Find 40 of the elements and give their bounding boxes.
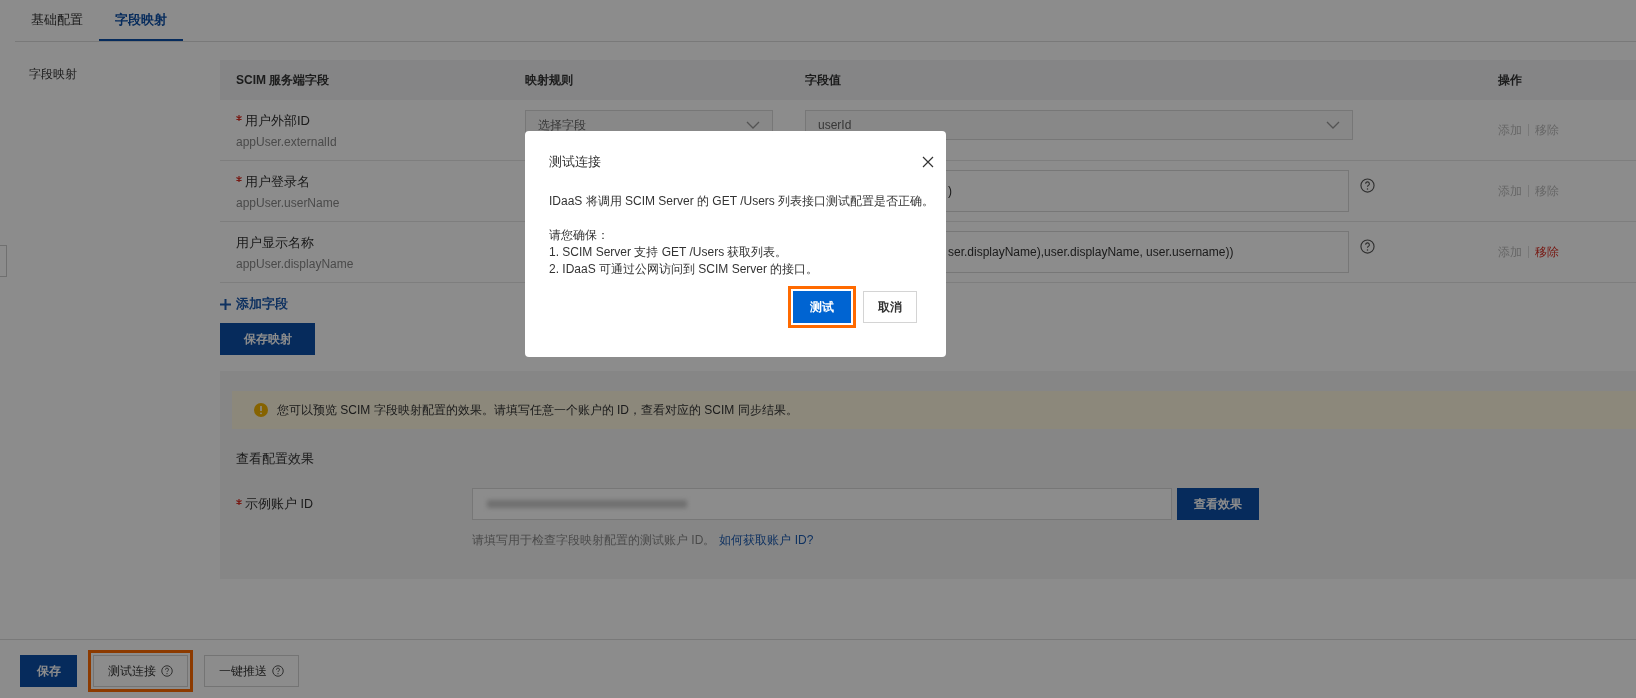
add-field-link[interactable]: 添加字段 xyxy=(220,295,288,313)
help-link[interactable]: 如何获取账户 ID? xyxy=(719,532,814,549)
attribute-name: appUser.displayName xyxy=(236,256,355,271)
row-action-link[interactable]: 移除 xyxy=(1535,243,1559,261)
dialog-button[interactable]: 取消 xyxy=(863,291,917,323)
help-icon[interactable] xyxy=(1360,239,1375,254)
chevron-down-icon xyxy=(746,121,760,129)
field-name: 用户登录名 xyxy=(245,172,310,191)
view-result-button[interactable]: 查看效果 xyxy=(1177,488,1259,520)
close-icon[interactable] xyxy=(922,156,934,168)
help-icon[interactable] xyxy=(1360,178,1375,193)
attribute-name: appUser.userName xyxy=(236,195,341,210)
collapse-handle[interactable] xyxy=(0,245,7,277)
save-mapping-button[interactable]: 保存映射 xyxy=(220,323,315,355)
tab[interactable]: 字段映射 xyxy=(99,0,183,41)
plus-icon xyxy=(220,298,231,310)
chevron-down-icon xyxy=(1326,121,1340,129)
field-name: 用户显示名称 xyxy=(236,233,314,252)
warning-icon xyxy=(254,403,268,417)
field-name: 用户外部ID xyxy=(245,111,310,130)
account-id-field[interactable] xyxy=(472,488,1172,520)
column-header: 映射规则 xyxy=(525,71,574,89)
value-select[interactable]: userId xyxy=(805,110,1353,140)
tab[interactable]: 基础配置 xyxy=(15,0,99,41)
field-label: 示例账户 ID xyxy=(245,495,313,513)
alert-text: 您可以预览 SCIM 字段映射配置的效果。请填写任意一个账户的 ID，查看对应的 SCIM 同步结果。 xyxy=(277,401,798,419)
dialog-button[interactable]: 测试 xyxy=(793,291,851,323)
column-header: SCIM 服务端字段 xyxy=(235,71,331,89)
section-heading: 查看配置效果 xyxy=(236,451,315,468)
column-header: 字段值 xyxy=(805,71,842,89)
footer-button[interactable]: 保存 xyxy=(20,655,77,687)
column-header: 操作 xyxy=(1498,71,1523,89)
attribute-name: appUser.externalId xyxy=(236,134,338,149)
dialog-title: 测试连接 xyxy=(549,153,601,171)
dialog-text: 请您确保： xyxy=(549,227,610,244)
footer-button[interactable]: 一键推送 xyxy=(204,655,299,687)
section-label: 字段映射 xyxy=(29,67,77,81)
footer-button[interactable]: 测试连接 xyxy=(93,655,188,687)
dialog-list-item: 1. SCIM Server 支持 GET /Users 获取列表。 xyxy=(549,244,789,261)
add-field-label: 添加字段 xyxy=(236,295,288,313)
